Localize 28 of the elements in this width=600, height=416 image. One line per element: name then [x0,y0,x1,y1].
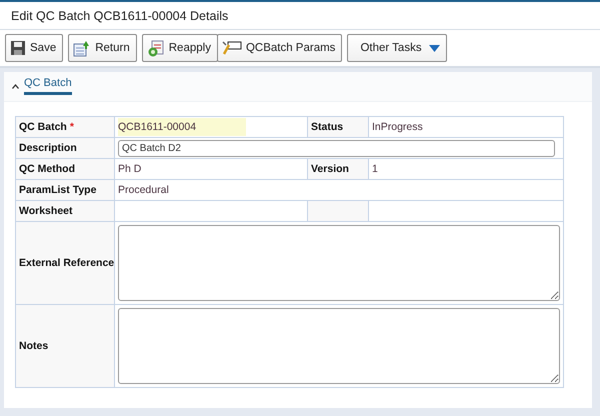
other-tasks-dropdown[interactable]: Other Tasks [347,34,447,62]
field-value: 1 [372,163,378,175]
toolbar-button[interactable]: Save [5,34,64,62]
document-refresh-icon [146,40,165,56]
field-label: Version [311,163,349,175]
field-label: Description [19,142,77,154]
field-label: Worksheet [19,205,72,217]
page-title: Edit QC Batch QCB1611-00004 Details [11,8,228,22]
field-label: External Reference [19,257,114,269]
caret-icon [428,44,440,52]
toolbar-button[interactable]: Reapply [142,34,218,62]
field-label: Notes [19,340,48,352]
field-value: Procedural [118,184,169,196]
field-label: Status [311,121,344,133]
section-tab[interactable]: QC Batch [24,77,72,95]
field-label: QC Method [19,163,75,175]
description-field[interactable]: QC Batch D2 [118,140,555,156]
field-value: QCB1611-00004 [118,118,246,136]
field-value: Ph D [118,163,142,175]
toolbar-button[interactable]: Return [68,34,137,62]
field-label: ParamList Type [19,184,96,196]
field-value: InProgress [372,121,423,133]
required-mark: * [70,121,74,133]
tag-pencil-icon [222,40,242,56]
field-label: QC Batch * [19,121,74,133]
caret-icon[interactable] [12,84,19,88]
toolbar-button[interactable]: QCBatch Params [216,34,342,62]
document-arrow-icon [73,40,92,56]
